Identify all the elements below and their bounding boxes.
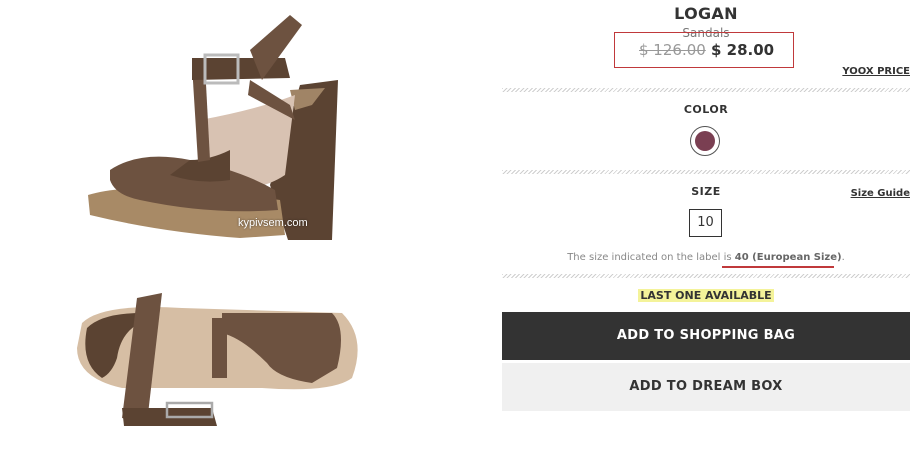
divider [502, 88, 910, 92]
old-price: $ 126.00 [639, 41, 706, 59]
size-note-value: 40 (European Size) [734, 252, 842, 263]
size-note-underline [722, 266, 834, 268]
divider [502, 170, 910, 174]
color-label: COLOR [683, 103, 729, 116]
add-to-bag-button[interactable]: ADD TO SHOPPING BAG [502, 312, 910, 360]
yoox-price-link[interactable]: YOOX PRICE [842, 66, 910, 77]
product-gallery: kypivsem.com [0, 0, 490, 452]
add-to-dream-box-button[interactable]: ADD TO DREAM BOX [502, 363, 910, 411]
current-price: $ 28.00 [711, 41, 775, 59]
size-label: SIZE [691, 185, 721, 198]
size-option[interactable]: 10 [689, 209, 722, 237]
color-swatch-fill [695, 131, 715, 151]
size-guide-link[interactable]: Size Guide [851, 188, 910, 199]
watermark-text: kypivsem.com [238, 217, 308, 229]
product-image-side[interactable] [80, 10, 365, 250]
color-swatch[interactable] [690, 126, 720, 156]
size-note: The size indicated on the label is 40 (E… [502, 252, 910, 263]
divider [502, 274, 910, 278]
size-note-suffix: . [841, 252, 845, 263]
size-note-prefix: The size indicated on the label is [567, 252, 735, 263]
stock-notice-text: LAST ONE AVAILABLE [638, 289, 774, 302]
product-info-panel: LOGAN Sandals $ 126.00 $ 28.00 YOOX PRIC… [502, 0, 910, 452]
stock-notice: LAST ONE AVAILABLE [502, 289, 910, 302]
product-brand[interactable]: LOGAN [502, 4, 910, 23]
product-image-top[interactable] [62, 278, 362, 438]
